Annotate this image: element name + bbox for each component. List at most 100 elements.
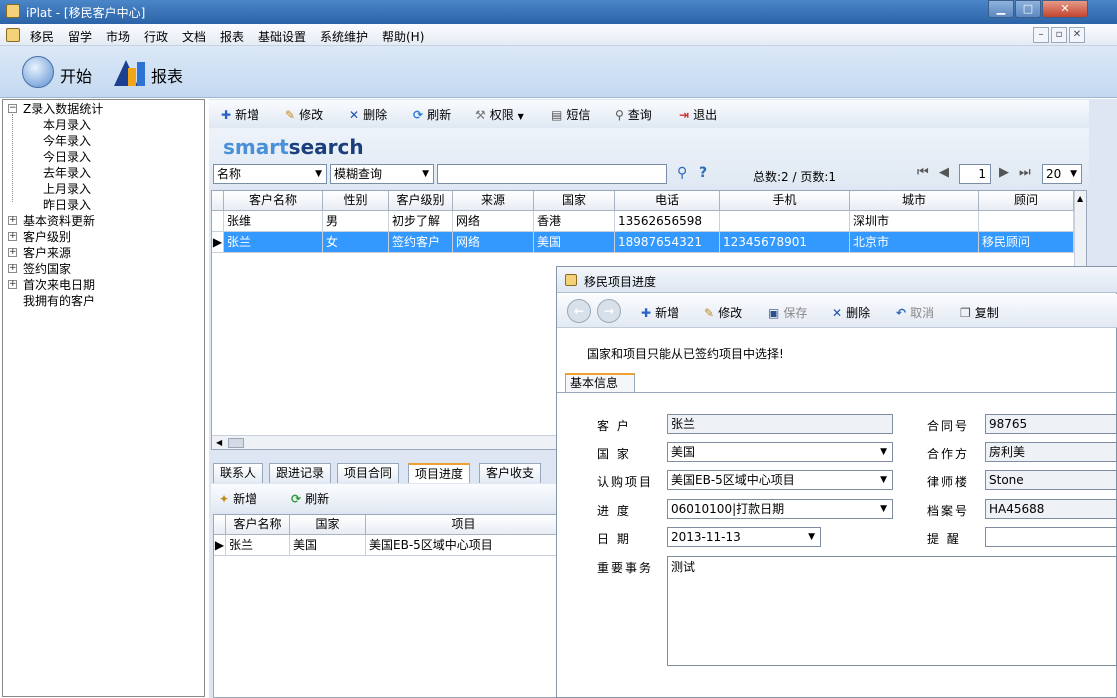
column-header[interactable]: 客户名称 xyxy=(226,515,290,535)
dialog-copy-button[interactable]: ❐ 复制 xyxy=(960,304,999,321)
expand-icon[interactable]: + xyxy=(8,232,17,241)
collapse-icon[interactable]: − xyxy=(8,104,17,113)
cell: 13562656598 xyxy=(615,211,720,232)
tab-project-progress[interactable]: 项目进度 xyxy=(408,463,471,483)
permission-dropdown[interactable]: ⚒ 权限 ▼ xyxy=(475,106,524,123)
menu-item-immigration[interactable]: 移民 xyxy=(30,28,54,45)
refresh-button[interactable]: ⟳ 刷新 xyxy=(413,106,451,123)
customer-field[interactable]: 张兰 xyxy=(667,414,893,434)
progress-select[interactable]: 06010100|打款日期 ▼ xyxy=(667,499,893,519)
add-button[interactable]: ✚ 新增 xyxy=(221,106,259,123)
tree-group-first-call-date[interactable]: 首次来电日期 xyxy=(23,276,95,293)
first-page-icon[interactable]: ⏮ xyxy=(917,165,929,180)
project-select[interactable]: 美国EB-5区域中心项目 ▼ xyxy=(667,470,893,490)
report-button[interactable]: 报表 xyxy=(151,63,183,87)
menu-item-help[interactable]: 帮助(H) xyxy=(382,28,424,45)
column-header[interactable]: 国家 xyxy=(534,191,615,211)
dialog-add-button[interactable]: ✚ 新增 xyxy=(641,304,679,321)
tree-group-basic-update[interactable]: 基本资料更新 xyxy=(23,212,95,229)
tree-item-yesterday[interactable]: 昨日录入 xyxy=(43,196,91,213)
exit-button[interactable]: ⇥ 退出 xyxy=(679,106,717,123)
sms-button[interactable]: ▤ 短信 xyxy=(551,106,590,123)
menu-item-documents[interactable]: 文档 xyxy=(182,28,206,45)
edit-button[interactable]: ✎ 修改 xyxy=(285,106,323,123)
query-button[interactable]: ⚲ 查询 xyxy=(615,106,652,123)
delete-button[interactable]: ✕ 删除 xyxy=(349,106,387,123)
help-question-icon[interactable]: ? xyxy=(699,165,707,181)
mdi-close-icon[interactable]: ✕ xyxy=(1069,27,1085,43)
date-picker[interactable]: 2013-11-13 ▼ xyxy=(667,527,821,547)
column-header[interactable]: 客户名称 xyxy=(224,191,323,211)
search-field-select[interactable]: 名称 ▼ xyxy=(213,164,327,184)
prev-page-icon[interactable]: ◀ xyxy=(939,165,949,180)
dialog-delete-button[interactable]: ✕ 删除 xyxy=(832,304,870,321)
mdi-restore-icon[interactable]: ▫ xyxy=(1051,27,1067,43)
column-header[interactable]: 来源 xyxy=(453,191,534,211)
dialog-save-button[interactable]: ▣ 保存 xyxy=(768,304,807,321)
expand-icon[interactable]: + xyxy=(8,248,17,257)
menu-item-market[interactable]: 市场 xyxy=(106,28,130,45)
column-header[interactable]: 客户级别 xyxy=(389,191,453,211)
minimize-icon[interactable]: ▁ xyxy=(988,0,1014,18)
expand-icon[interactable]: + xyxy=(8,264,17,273)
expand-icon[interactable]: + xyxy=(8,280,17,289)
tree-item-this-month[interactable]: 本月录入 xyxy=(43,116,91,133)
menu-item-basic-settings[interactable]: 基础设置 xyxy=(258,28,306,45)
tree-group-customer-source[interactable]: 客户来源 xyxy=(23,244,71,261)
report-chart-icon[interactable] xyxy=(112,56,146,88)
horizontal-scrollbar[interactable]: ◀ xyxy=(212,435,556,449)
column-header[interactable]: 电话 xyxy=(615,191,720,211)
search-input[interactable] xyxy=(437,164,667,184)
column-header[interactable]: 城市 xyxy=(850,191,979,211)
tab-contacts[interactable]: 联系人 xyxy=(213,463,264,483)
menu-item-system-maintenance[interactable]: 系统维护 xyxy=(320,28,368,45)
search-icon[interactable]: ⚲ xyxy=(677,165,687,181)
back-arrow-icon[interactable]: ← xyxy=(567,299,591,323)
tree-item-my-customers[interactable]: 我拥有的客户 xyxy=(23,292,95,309)
tab-project-contract[interactable]: 项目合同 xyxy=(337,463,400,483)
page-number-input[interactable]: 1 xyxy=(959,164,991,184)
menu-item-reports[interactable]: 报表 xyxy=(220,28,244,45)
tree-root-entry-stats[interactable]: Z录入数据统计 xyxy=(23,100,103,117)
close-icon[interactable]: ✕ xyxy=(1042,0,1088,18)
dialog-cancel-button[interactable]: ↶ 取消 xyxy=(896,304,934,321)
tree-item-today[interactable]: 今日录入 xyxy=(43,148,91,165)
tree-group-signed-country[interactable]: 签约国家 xyxy=(23,260,71,277)
tree-item-last-year[interactable]: 去年录入 xyxy=(43,164,91,181)
maximize-icon[interactable]: □ xyxy=(1015,0,1041,18)
expand-icon[interactable]: + xyxy=(8,216,17,225)
menu-item-admin[interactable]: 行政 xyxy=(144,28,168,45)
country-select[interactable]: 美国 ▼ xyxy=(667,442,893,462)
search-mode-select[interactable]: 模糊查询 ▼ xyxy=(330,164,434,184)
column-header[interactable]: 项目 xyxy=(366,515,562,535)
contract-no-field[interactable]: 98765 xyxy=(985,414,1117,434)
remind-field[interactable] xyxy=(985,527,1117,547)
column-header[interactable]: 性别 xyxy=(323,191,389,211)
detail-add-button[interactable]: ✦ 新增 xyxy=(219,490,257,507)
file-no-field[interactable]: HA45688 xyxy=(985,499,1117,519)
last-page-icon[interactable]: ⏭ xyxy=(1019,165,1031,180)
cell: 张兰 xyxy=(224,232,323,253)
partner-field[interactable]: 房利美 xyxy=(985,442,1117,462)
mdi-minimize-icon[interactable]: – xyxy=(1033,27,1049,43)
tree-group-customer-level[interactable]: 客户级别 xyxy=(23,228,71,245)
forward-arrow-icon[interactable]: → xyxy=(597,299,621,323)
detail-refresh-button[interactable]: ⟳ 刷新 xyxy=(291,490,329,507)
start-icon[interactable] xyxy=(22,56,54,88)
tab-follow-up[interactable]: 跟进记录 xyxy=(269,463,332,483)
important-textarea[interactable]: 测试 xyxy=(667,556,1117,666)
law-firm-field[interactable]: Stone xyxy=(985,470,1117,490)
next-page-icon[interactable]: ▶ xyxy=(999,165,1009,180)
column-header[interactable]: 手机 xyxy=(720,191,850,211)
mdi-app-icon[interactable] xyxy=(6,28,20,42)
column-header[interactable]: 国家 xyxy=(290,515,366,535)
column-header[interactable]: 顾问 xyxy=(979,191,1074,211)
tree-item-last-month[interactable]: 上月录入 xyxy=(43,180,91,197)
page-size-select[interactable]: 20 ▼ xyxy=(1042,164,1082,184)
dialog-edit-button[interactable]: ✎ 修改 xyxy=(704,304,742,321)
tree-item-this-year[interactable]: 今年录入 xyxy=(43,132,91,149)
start-button[interactable]: 开始 xyxy=(60,63,92,87)
tab-customer-payments[interactable]: 客户收支 xyxy=(479,463,542,483)
tab-basic-info[interactable]: 基本信息 xyxy=(565,373,635,393)
menu-item-study-abroad[interactable]: 留学 xyxy=(68,28,92,45)
